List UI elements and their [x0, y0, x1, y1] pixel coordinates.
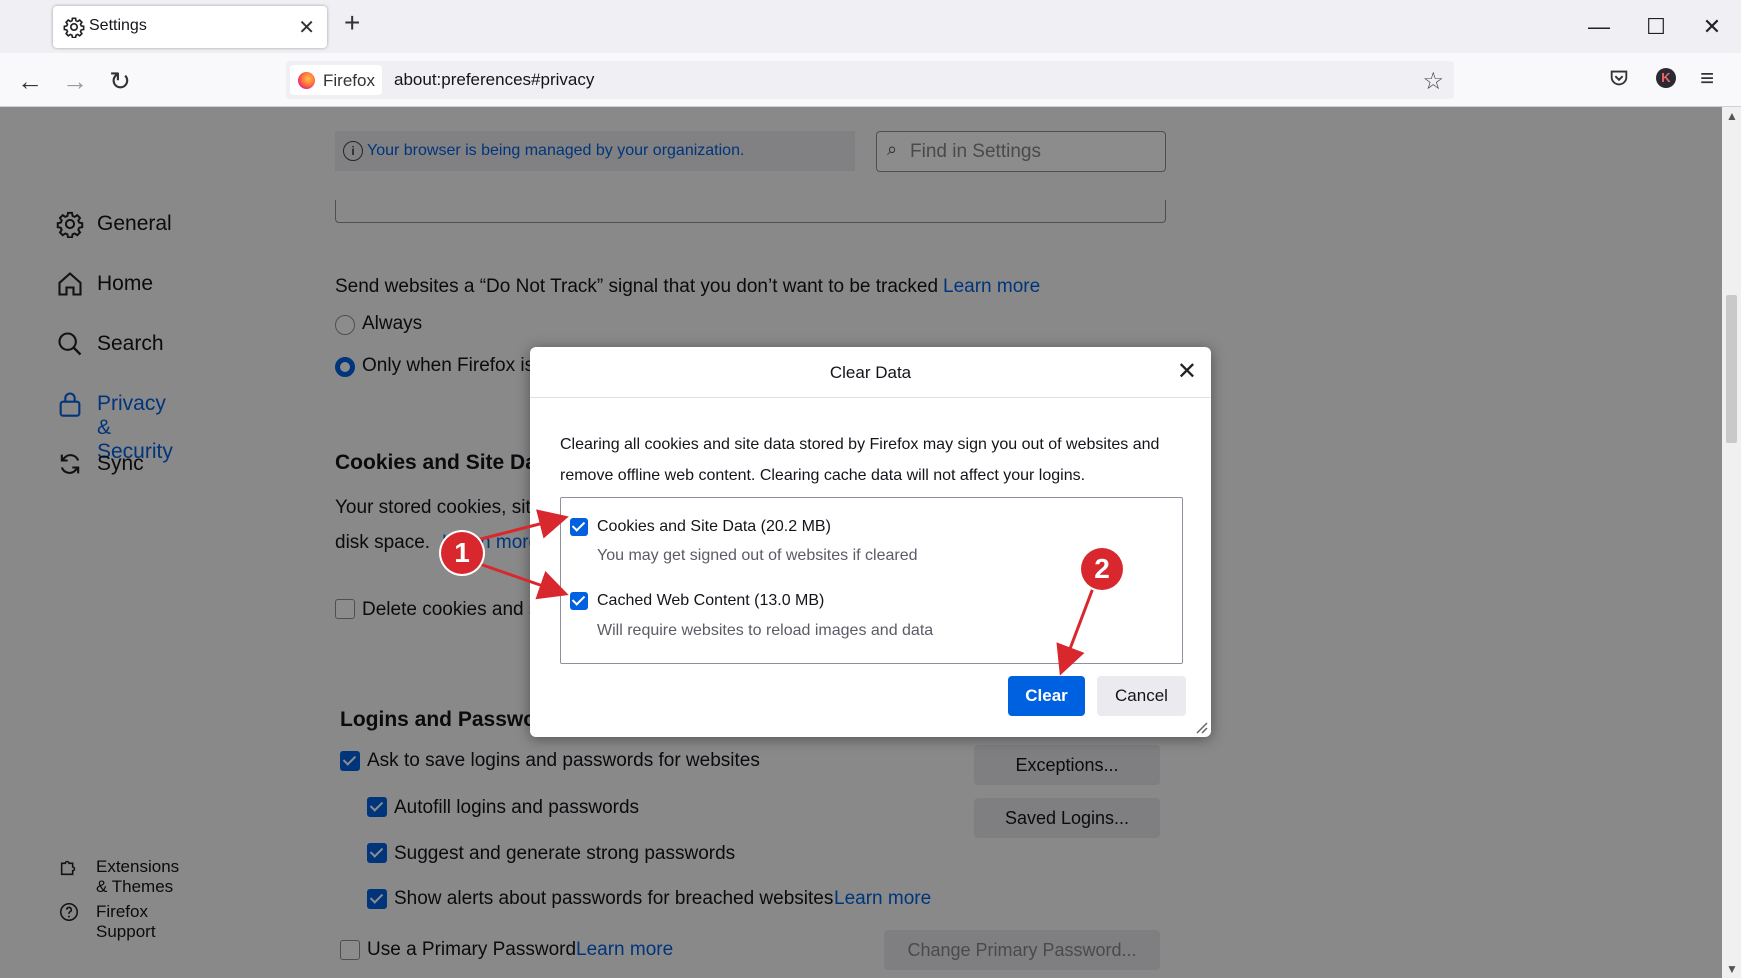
- scroll-thumb[interactable]: [1726, 295, 1737, 443]
- bookmark-star-icon[interactable]: ☆: [1422, 67, 1444, 96]
- firefox-logo-icon: [298, 72, 315, 89]
- cached-web-content-checkbox[interactable]: [570, 592, 588, 610]
- maximize-button[interactable]: ☐: [1642, 14, 1670, 40]
- scrollbar[interactable]: ▲ ▼: [1722, 107, 1741, 978]
- url-bar[interactable]: Firefox about:preferences#privacy ☆: [286, 61, 1454, 99]
- tab-title: Settings: [89, 17, 147, 34]
- dialog-description: Clearing all cookies and site data store…: [560, 436, 1160, 484]
- identity-box[interactable]: Firefox: [290, 65, 382, 95]
- tab-settings[interactable]: Settings ✕: [53, 6, 327, 48]
- close-window-button[interactable]: ✕: [1698, 14, 1726, 40]
- annotation-badge-2: 2: [1081, 548, 1123, 590]
- url-text[interactable]: about:preferences#privacy: [394, 70, 594, 90]
- pocket-icon[interactable]: [1608, 67, 1630, 89]
- cookies-site-data-checkbox[interactable]: [570, 518, 588, 536]
- minimize-button[interactable]: —: [1585, 14, 1613, 40]
- cancel-button[interactable]: Cancel: [1097, 676, 1186, 716]
- resize-grip-icon[interactable]: [1194, 720, 1208, 734]
- scroll-up-icon[interactable]: ▲: [1726, 109, 1738, 123]
- tab-bar: Settings ✕ + — ☐ ✕: [0, 0, 1741, 53]
- scroll-down-icon[interactable]: ▼: [1726, 962, 1738, 976]
- identity-label: Firefox: [323, 71, 375, 90]
- cached-web-content-sub: Will require websites to reload images a…: [597, 622, 934, 639]
- dialog-header: Clear Data ✕: [530, 347, 1211, 398]
- tab-close-icon[interactable]: ✕: [298, 15, 315, 40]
- cookies-site-data-label: Cookies and Site Data (20.2 MB): [597, 518, 831, 535]
- clear-data-dialog: Clear Data ✕ Clearing all cookies and si…: [530, 347, 1211, 737]
- gear-icon: [63, 17, 85, 38]
- back-button[interactable]: ←: [14, 67, 46, 95]
- new-tab-button[interactable]: +: [344, 9, 360, 37]
- clear-button[interactable]: Clear: [1008, 676, 1085, 716]
- forward-button[interactable]: →: [59, 67, 91, 95]
- cached-web-content-label: Cached Web Content (13.0 MB): [597, 592, 825, 609]
- reload-button[interactable]: ↻: [104, 67, 136, 95]
- annotation-badge-1: 1: [441, 532, 483, 574]
- account-avatar[interactable]: K: [1656, 68, 1676, 88]
- dialog-title: Clear Data: [829, 363, 912, 382]
- hamburger-menu-icon[interactable]: ≡: [1700, 65, 1714, 93]
- cookies-site-data-sub: You may get signed out of websites if cl…: [597, 547, 918, 564]
- nav-bar: ← → ↻ Firefox about:preferences#privacy …: [0, 53, 1741, 107]
- dialog-close-icon[interactable]: ✕: [1177, 357, 1197, 386]
